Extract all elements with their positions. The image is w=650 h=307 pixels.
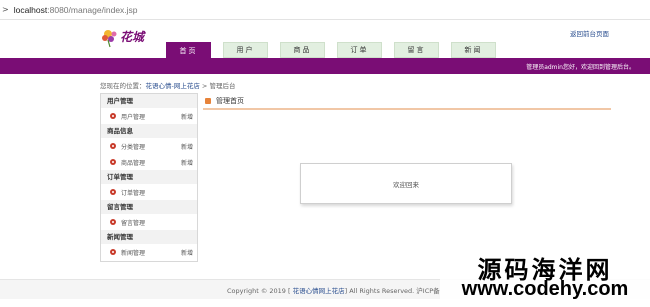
- header-bar: 管理员admin您好，欢迎回到管理后台。: [0, 58, 650, 74]
- bullet-icon: [110, 159, 116, 165]
- tab-news[interactable]: 新闻: [451, 42, 496, 58]
- copyright-text: Copyright © 2019 [ 花语心情网上花店] All Rights …: [227, 287, 440, 295]
- address-bar[interactable]: > localhost:8080/manage/index.jsp: [0, 0, 650, 20]
- sidebar: 用户管理 用户管理 新增 商品信息 分类管理 新增 商品管理 新增 订单管理 订…: [100, 93, 198, 262]
- welcome-box: 欢迎回来: [300, 163, 512, 204]
- sidebar-item-label[interactable]: 商品管理: [121, 158, 181, 167]
- chevron-right-icon: >: [2, 4, 9, 14]
- sidebar-item-user-manage[interactable]: 用户管理 新增: [101, 108, 197, 124]
- sidebar-item-news-manage[interactable]: 新闻管理 新增: [101, 244, 197, 260]
- site-logo: 花城: [100, 26, 160, 48]
- sidebar-item-category-manage[interactable]: 分类管理 新增: [101, 138, 197, 154]
- flower-logo-icon: 花城: [102, 30, 146, 48]
- sidebar-item-label[interactable]: 分类管理: [121, 142, 181, 151]
- breadcrumb-separator: >: [199, 82, 210, 90]
- tab-users[interactable]: 用户: [223, 42, 268, 58]
- sidebar-section-users: 用户管理: [101, 94, 197, 108]
- sidebar-section-products: 商品信息: [101, 124, 197, 138]
- sidebar-add-link[interactable]: 新增: [181, 142, 193, 151]
- bullet-icon: [110, 249, 116, 255]
- url-text[interactable]: localhost:8080/manage/index.jsp: [14, 5, 138, 15]
- sidebar-add-link[interactable]: 新增: [181, 158, 193, 167]
- return-frontend-link[interactable]: 返回前台页面: [570, 28, 609, 38]
- sidebar-section-orders: 订单管理: [101, 170, 197, 184]
- breadcrumb-home-link[interactable]: 花语心情-网上花店: [146, 82, 200, 90]
- sidebar-section-news: 新闻管理: [101, 230, 197, 244]
- tab-orders[interactable]: 订单: [337, 42, 382, 58]
- main-nav: 首页 用户 商品 订单 留言 新闻: [166, 42, 508, 59]
- bullet-icon: [110, 113, 116, 119]
- watermark: 源码海洋网 www.codehy.com: [440, 250, 650, 307]
- breadcrumb: 您现在的位置：花语心情-网上花店 > 管理后台: [100, 80, 235, 90]
- sidebar-item-label[interactable]: 新闻管理: [121, 248, 181, 257]
- bullet-icon: [110, 219, 116, 225]
- breadcrumb-current: 管理后台: [209, 82, 236, 90]
- welcome-text: 欢迎回来: [393, 180, 419, 189]
- tab-products[interactable]: 商品: [280, 42, 325, 58]
- sidebar-section-messages: 留言管理: [101, 200, 197, 214]
- watermark-en: www.codehy.com: [461, 278, 629, 300]
- page-title: 管理首页: [216, 97, 244, 105]
- tab-messages[interactable]: 留言: [394, 42, 439, 58]
- bullet-icon: [110, 189, 116, 195]
- bullet-icon: [110, 143, 116, 149]
- breadcrumb-prefix: 您现在的位置：: [100, 82, 146, 90]
- sidebar-item-message-manage[interactable]: 留言管理: [101, 214, 197, 230]
- sidebar-item-label[interactable]: 订单管理: [121, 188, 193, 197]
- sidebar-item-label[interactable]: 用户管理: [121, 112, 181, 121]
- panel-title-icon: [205, 98, 211, 104]
- sidebar-item-order-manage[interactable]: 订单管理: [101, 184, 197, 200]
- footer-site-link[interactable]: 花语心情网上花店: [291, 287, 345, 295]
- sidebar-add-link[interactable]: 新增: [181, 248, 193, 257]
- svg-text:花城: 花城: [120, 30, 146, 44]
- admin-greeting: 管理员admin您好，欢迎回到管理后台。: [526, 64, 635, 71]
- tab-home[interactable]: 首页: [166, 42, 211, 59]
- sidebar-item-product-manage[interactable]: 商品管理 新增: [101, 154, 197, 170]
- main-panel-header: 管理首页: [203, 94, 611, 110]
- sidebar-item-label[interactable]: 留言管理: [121, 218, 193, 227]
- sidebar-add-link[interactable]: 新增: [181, 112, 193, 121]
